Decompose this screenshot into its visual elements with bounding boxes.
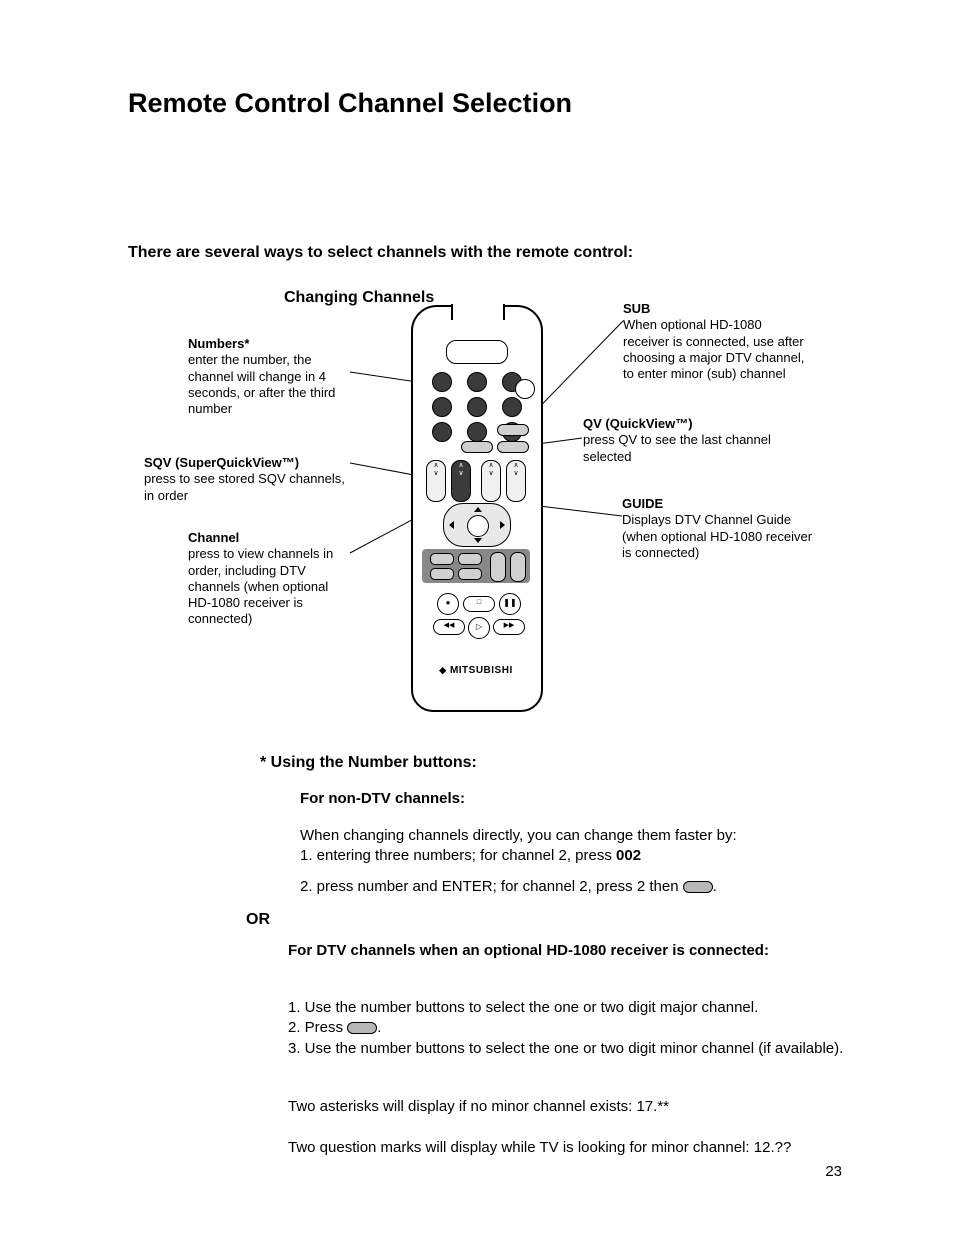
remote-volume-rocker: ∧∨ <box>451 460 471 502</box>
remote-small-button <box>458 553 482 565</box>
dtv-item-2: 2. Press . <box>288 1018 848 1038</box>
remote-small-button <box>430 568 454 580</box>
nondtv-lead: When changing channels directly, you can… <box>300 826 840 846</box>
remote-nav-right-arrow <box>500 521 505 529</box>
enter-button-icon <box>683 881 713 893</box>
dtv-block: 1. Use the number buttons to select the … <box>288 998 848 1059</box>
dtv-item-3: 3. Use the number buttons to select the … <box>288 1039 848 1059</box>
remote-number-button <box>432 422 452 442</box>
remote-extra-rocker: ∧∨ <box>506 460 526 502</box>
remote-sqv-rocker: ∧∨ <box>426 460 446 502</box>
remote-nav-center <box>467 515 489 537</box>
nondtv-item-2: 2. press number and ENTER; for channel 2… <box>300 877 840 897</box>
remote-nav-pad <box>443 503 511 547</box>
remote-number-button <box>467 397 487 417</box>
remote-rewind-button: ◀◀ <box>433 619 465 635</box>
remote-play-button: ▷ <box>468 617 490 639</box>
dtv-item-1: 1. Use the number buttons to select the … <box>288 998 848 1018</box>
remote-top-notch <box>451 304 505 320</box>
dtv-heading: For DTV channels when an optional HD-108… <box>288 942 828 961</box>
nondtv-block: When changing channels directly, you can… <box>300 826 840 897</box>
note-asterisks: Two asterisks will display if no minor c… <box>288 1098 848 1115</box>
remote-channel-rocker: ∧∨ <box>481 460 501 502</box>
remote-number-button <box>432 372 452 392</box>
remote-sub-button <box>497 424 529 436</box>
remote-stop-button: □ <box>463 596 495 612</box>
remote-qv-button <box>497 441 529 453</box>
remote-illustration: ∧∨ ∧∨ ∧∨ ∧∨ ● □ ❚❚ ◀◀ ▷ ▶▶ <box>411 305 541 710</box>
remote-small-rocker <box>510 552 526 582</box>
using-number-heading: * Using the Number buttons: <box>260 754 477 772</box>
nondtv-heading: For non-DTV channels: <box>300 790 465 807</box>
remote-number-button <box>467 372 487 392</box>
note-qmarks: Two question marks will display while TV… <box>288 1139 848 1156</box>
remote-power-button <box>515 379 535 399</box>
remote-small-button <box>458 568 482 580</box>
remote-nav-down-arrow <box>474 538 482 543</box>
nondtv-item-1: 1. entering three numbers; for channel 2… <box>300 846 840 866</box>
or-separator: OR <box>246 911 270 929</box>
remote-record-button: ● <box>437 593 459 615</box>
remote-number-button <box>432 397 452 417</box>
remote-number-button <box>467 422 487 442</box>
remote-nav-left-arrow <box>449 521 454 529</box>
remote-enter-button <box>461 441 493 453</box>
sub-button-icon <box>347 1022 377 1034</box>
remote-lower-panel <box>422 549 530 583</box>
remote-number-button <box>502 397 522 417</box>
remote-small-rocker <box>490 552 506 582</box>
remote-fastforward-button: ▶▶ <box>493 619 525 635</box>
remote-brand-label: ◆ MITSUBISHI <box>411 665 541 676</box>
remote-nav-up-arrow <box>474 507 482 512</box>
remote-pause-button: ❚❚ <box>499 593 521 615</box>
remote-small-button <box>430 553 454 565</box>
page-number: 23 <box>825 1163 842 1180</box>
remote-ir-window <box>446 340 508 364</box>
